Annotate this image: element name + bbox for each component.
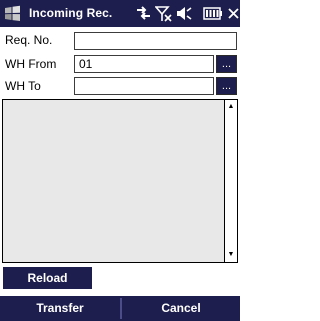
- connectivity-icon[interactable]: [135, 5, 152, 22]
- softkey-bar: Transfer Cancel: [0, 296, 240, 321]
- volume-icon[interactable]: [176, 5, 192, 22]
- signal-off-icon[interactable]: [155, 5, 172, 22]
- vertical-scrollbar[interactable]: ▲ ▼: [224, 100, 237, 262]
- wh-from-lookup-button[interactable]: ...: [216, 55, 237, 73]
- windows-start-icon[interactable]: [4, 5, 21, 22]
- req-no-label: Req. No.: [5, 33, 53, 47]
- wh-from-label: WH From: [5, 57, 57, 71]
- battery-icon[interactable]: [203, 5, 223, 22]
- wh-to-lookup-button[interactable]: ...: [216, 77, 237, 95]
- wh-to-input[interactable]: [74, 77, 214, 95]
- scroll-up-icon[interactable]: ▲: [225, 101, 237, 113]
- item-list[interactable]: ▲ ▼: [2, 99, 238, 263]
- req-no-input[interactable]: [74, 32, 237, 50]
- title-bar: Incoming Rec.: [0, 0, 240, 27]
- scroll-down-icon[interactable]: ▼: [225, 249, 237, 261]
- transfer-button[interactable]: Transfer: [0, 296, 120, 321]
- wh-to-label: WH To: [5, 79, 41, 93]
- app-title: Incoming Rec.: [29, 6, 113, 20]
- close-icon[interactable]: [227, 5, 240, 22]
- reload-button[interactable]: Reload: [3, 267, 92, 289]
- cancel-button[interactable]: Cancel: [122, 296, 240, 321]
- screen: Incoming Rec. Req. No. WH From 01 ... WH…: [0, 0, 240, 321]
- wh-from-input[interactable]: [74, 55, 214, 73]
